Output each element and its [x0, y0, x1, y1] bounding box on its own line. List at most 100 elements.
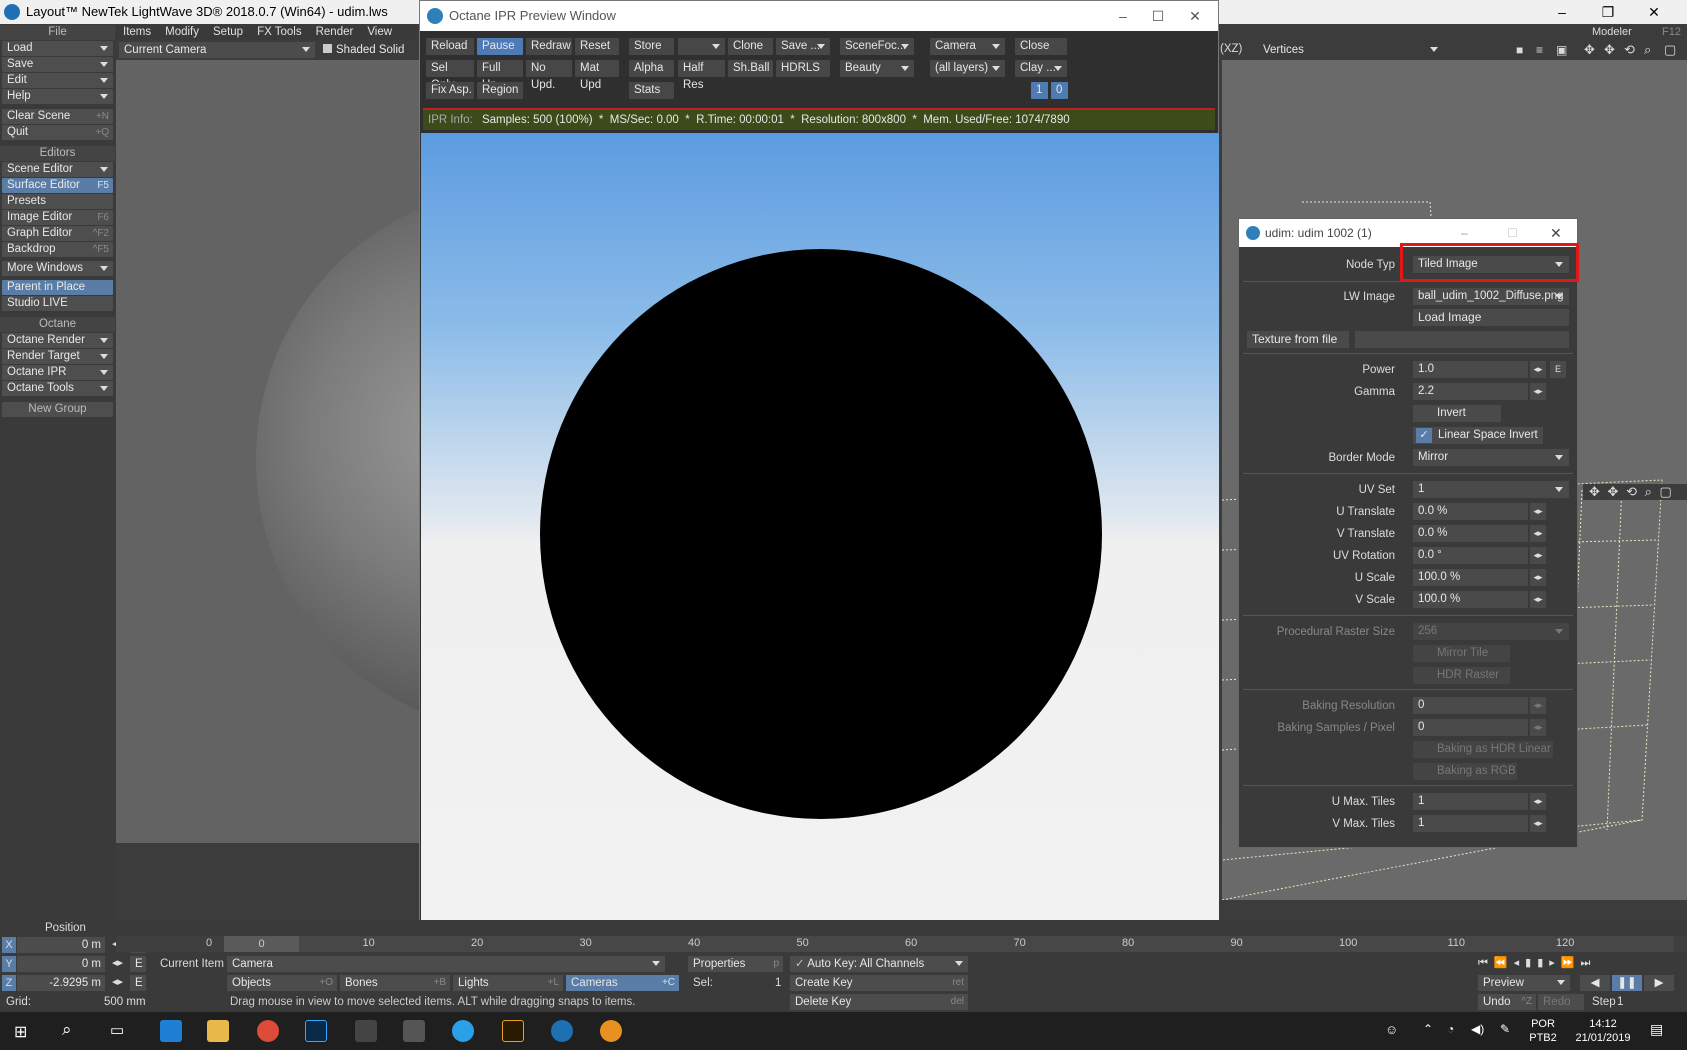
tab-render[interactable]: Render: [309, 24, 361, 40]
stats-button[interactable]: Stats: [629, 82, 674, 99]
volume-icon[interactable]: ◀): [1471, 1022, 1484, 1036]
pause-icon[interactable]: ❚❚: [1612, 975, 1642, 991]
camera-select[interactable]: Camera: [930, 38, 1005, 55]
octane-ipr-menu[interactable]: Octane IPR: [2, 365, 113, 380]
last-frame-icon[interactable]: ⏭: [1580, 957, 1596, 969]
baking-samples-field[interactable]: 0: [1413, 719, 1528, 736]
network-icon[interactable]: ◔: [1447, 1022, 1454, 1036]
edge-icon[interactable]: [160, 1020, 182, 1042]
y-position-field[interactable]: 0 m: [17, 956, 105, 972]
mirror-tile-checkbox[interactable]: Mirror Tile: [1413, 645, 1510, 662]
store-slot-select[interactable]: [678, 38, 725, 55]
app-icon[interactable]: [452, 1020, 474, 1042]
baking-rgb-checkbox[interactable]: Baking as RGB: [1413, 763, 1517, 780]
spinner-icon[interactable]: ◂▸: [1530, 547, 1546, 564]
current-item-select[interactable]: Camera: [227, 956, 665, 972]
move-icon[interactable]: ✥: [1589, 484, 1600, 499]
z-position-field[interactable]: -2.9295 m: [17, 975, 105, 991]
rotate-icon[interactable]: ⟲: [1626, 484, 1637, 499]
texture-file-field[interactable]: [1355, 331, 1569, 348]
task-view-icon[interactable]: ▭: [110, 1021, 124, 1039]
v-max-tiles-field[interactable]: 1: [1413, 815, 1528, 832]
octane-tools-menu[interactable]: Octane Tools: [2, 381, 113, 396]
envelope-e-button[interactable]: E: [130, 956, 146, 972]
modeler-button[interactable]: Modeler F12: [1580, 24, 1687, 41]
graph-editor-button[interactable]: Graph Editor ^F2: [2, 226, 113, 241]
move-icon[interactable]: ✥: [1608, 484, 1619, 499]
play-reverse-icon[interactable]: ◀: [1580, 975, 1610, 991]
move-icon[interactable]: ✥: [1604, 42, 1615, 58]
people-icon[interactable]: ☺: [1385, 1022, 1398, 1037]
mat-update-button[interactable]: Mat Upd: [575, 60, 619, 91]
spinner-icon[interactable]: ◂▸: [1530, 793, 1546, 810]
gamma-field[interactable]: 2.2: [1413, 383, 1528, 400]
scene-focus-select[interactable]: SceneFoc...: [840, 38, 914, 55]
spinner-icon[interactable]: ◂▸: [112, 956, 123, 969]
maximize-icon[interactable]: ▢: [1660, 484, 1672, 499]
power-field[interactable]: 1.0: [1413, 361, 1528, 378]
invert-checkbox[interactable]: Invert: [1413, 405, 1501, 422]
hdrls-button[interactable]: HDRLS: [776, 60, 830, 77]
half-res-button[interactable]: Half Res: [678, 60, 725, 91]
chevron-up-icon[interactable]: ⌃: [1423, 1022, 1433, 1036]
uv-set-select[interactable]: 1: [1413, 481, 1569, 498]
edit-menu[interactable]: Edit: [2, 73, 113, 88]
prev-frame-icon[interactable]: ◂▮: [1514, 957, 1538, 969]
image-editor-button[interactable]: Image Editor F6: [2, 210, 113, 225]
calculator-icon[interactable]: [403, 1020, 425, 1042]
render-pass-select[interactable]: Beauty: [840, 60, 914, 77]
counter-b[interactable]: 0: [1051, 82, 1068, 99]
envelope-e-button[interactable]: E: [1550, 361, 1566, 378]
render-target-menu[interactable]: Render Target: [2, 349, 113, 364]
backdrop-button[interactable]: Backdrop ^F5: [2, 242, 113, 257]
scene-editor-button[interactable]: Scene Editor: [2, 162, 113, 177]
bridge-icon[interactable]: [502, 1020, 524, 1042]
bones-button[interactable]: Bones +B: [340, 975, 450, 991]
lightwave-icon[interactable]: [551, 1020, 573, 1042]
list-icon[interactable]: ≡: [1536, 43, 1543, 57]
cameras-button[interactable]: Cameras +C: [566, 975, 679, 991]
tab-fx-tools[interactable]: FX Tools: [250, 24, 309, 40]
region-button[interactable]: Region: [477, 82, 523, 99]
texture-from-file-button[interactable]: Texture from file: [1247, 331, 1349, 348]
spinner-icon[interactable]: ◂▸: [1530, 697, 1546, 714]
sh-ball-button[interactable]: Sh.Ball: [728, 60, 773, 77]
chrome-icon[interactable]: [257, 1020, 279, 1042]
pause-button[interactable]: Pause: [477, 38, 523, 55]
v-translate-field[interactable]: 0.0 %: [1413, 525, 1528, 542]
clock[interactable]: 14:12 21/01/2019: [1570, 1017, 1636, 1045]
auto-key-select[interactable]: ✓ Auto Key: All Channels: [790, 956, 968, 972]
baking-hdr-linear-checkbox[interactable]: Baking as HDR Linear: [1413, 741, 1553, 758]
reload-button[interactable]: Reload: [426, 38, 474, 55]
presets-button[interactable]: Presets: [2, 194, 113, 209]
render-preview[interactable]: [421, 133, 1219, 929]
procedural-raster-select[interactable]: 256: [1413, 623, 1569, 640]
store-button[interactable]: Store: [629, 38, 674, 55]
maximize-icon[interactable]: ▢: [1664, 42, 1676, 58]
redraw-button[interactable]: Redraw: [526, 38, 572, 55]
spinner-icon[interactable]: ◂▸: [1530, 383, 1546, 400]
next-key-icon[interactable]: ⏩: [1561, 957, 1581, 969]
tab-modify[interactable]: Modify: [158, 24, 206, 40]
reset-button[interactable]: Reset: [575, 38, 619, 55]
close-icon[interactable]: ✕: [1631, 0, 1677, 24]
v-scale-field[interactable]: 100.0 %: [1413, 591, 1528, 608]
tab-view[interactable]: View: [360, 24, 399, 40]
restore-icon[interactable]: ❐: [1585, 0, 1631, 24]
rotate-icon[interactable]: ⟲: [1624, 42, 1635, 58]
lights-button[interactable]: Lights +L: [453, 975, 563, 991]
perspective-viewport[interactable]: [116, 60, 421, 843]
clone-button[interactable]: Clone: [728, 38, 773, 55]
no-update-button[interactable]: No Upd.: [526, 60, 572, 91]
hdr-raster-checkbox[interactable]: HDR Raster: [1413, 667, 1510, 684]
spinner-icon[interactable]: ◂▸: [1530, 525, 1546, 542]
file-explorer-icon[interactable]: [207, 1020, 229, 1042]
help-menu[interactable]: Help: [2, 89, 113, 104]
u-scale-field[interactable]: 100.0 %: [1413, 569, 1528, 586]
lw-image-select[interactable]: ball_udim_1002_Diffuse.png: [1413, 288, 1569, 305]
u-max-tiles-field[interactable]: 1: [1413, 793, 1528, 810]
x-position-field[interactable]: 0 m: [17, 937, 105, 953]
minimize-icon[interactable]: –: [1539, 0, 1585, 24]
spinner-icon[interactable]: ◂▸: [1530, 569, 1546, 586]
corsair-icon[interactable]: [355, 1020, 377, 1042]
